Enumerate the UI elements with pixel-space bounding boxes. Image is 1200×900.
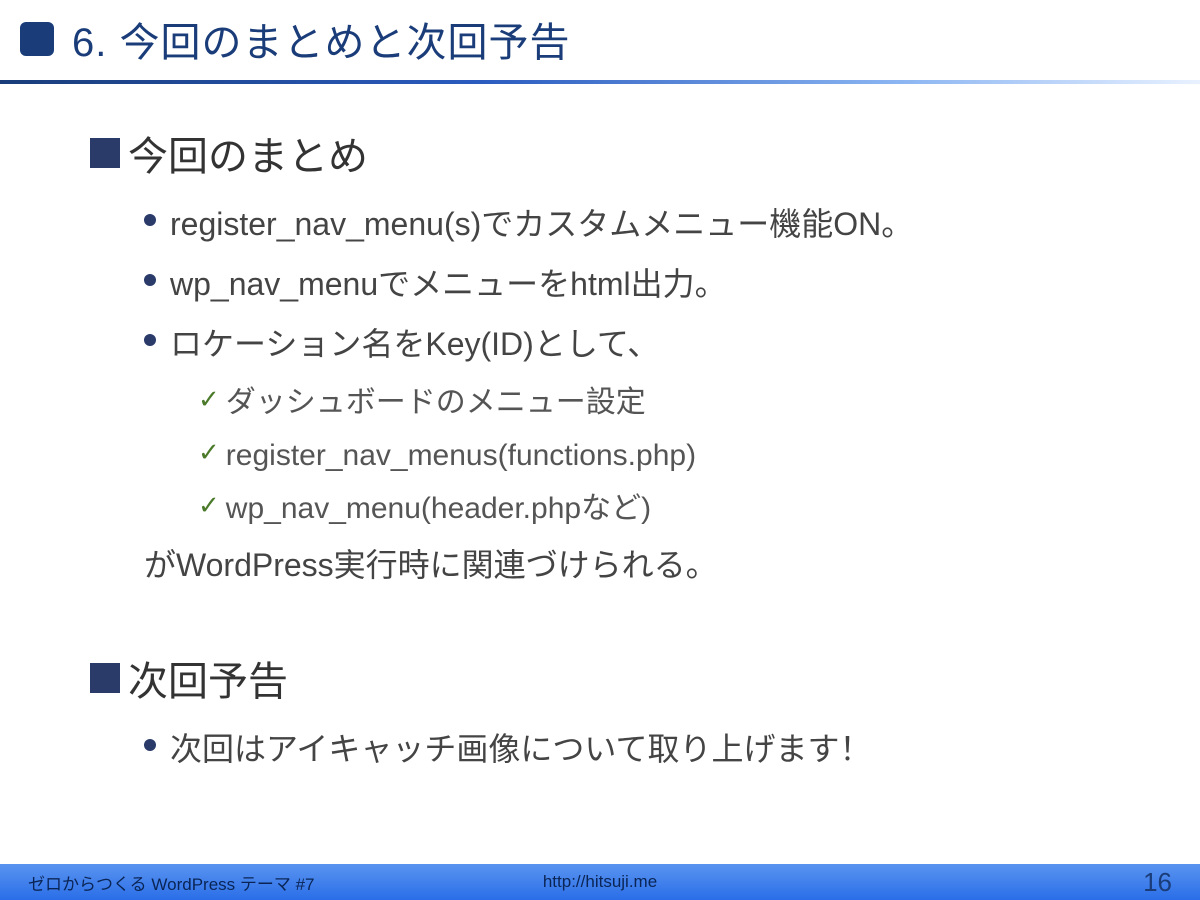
footer-url: http://hitsuji.me [543,872,657,892]
page-number: 16 [1143,867,1172,898]
dot-bullet-icon [144,334,156,346]
section-heading-summary: 今回のまとめ [90,124,1140,182]
bullet-text: ロケーション名をKey(ID)として、 [170,320,659,368]
list-item: 次回はアイキャッチ画像について取り上げます！ [144,725,1140,773]
check-text: ダッシュボードのメニュー設定 [226,380,646,425]
list-item: ✓ register_nav_menus(functions.php) [198,433,1140,478]
list-item: ✓ wp_nav_menu(header.phpなど) [198,486,1140,531]
dot-bullet-icon [144,274,156,286]
check-text: wp_nav_menu(header.phpなど) [226,486,651,531]
slide-footer: ゼロからつくる WordPress テーマ #7 http://hitsuji.… [0,864,1200,900]
tail-text: がWordPress実行時に関連づけられる。 [144,541,1140,589]
bullet-list: 次回はアイキャッチ画像について取り上げます！ [144,725,1140,773]
section-title: 今回のまとめ [128,124,368,182]
list-item: ロケーション名をKey(ID)として、 [144,320,1140,368]
check-icon: ✓ [198,490,220,521]
square-bullet-icon [90,138,120,168]
bullet-list: register_nav_menu(s)でカスタムメニュー機能ON。 wp_na… [144,200,1140,368]
list-item: wp_nav_menuでメニューをhtml出力。 [144,260,1140,308]
slide-header: 6. 今回のまとめと次回予告 [0,0,1200,68]
section-title: 次回予告 [128,649,288,707]
title-square-icon [20,22,54,56]
dot-bullet-icon [144,214,156,226]
check-text: register_nav_menus(functions.php) [226,433,696,478]
footer-series-title: ゼロからつくる WordPress テーマ #7 [28,870,315,895]
bullet-text: 次回はアイキャッチ画像について取り上げます！ [170,725,871,773]
bullet-text: register_nav_menu(s)でカスタムメニュー機能ON。 [170,200,913,248]
square-bullet-icon [90,663,120,693]
dot-bullet-icon [144,739,156,751]
check-icon: ✓ [198,384,220,415]
bullet-text: wp_nav_menuでメニューをhtml出力。 [170,260,727,308]
check-list: ✓ ダッシュボードのメニュー設定 ✓ register_nav_menus(fu… [198,380,1140,531]
page-title: 6. 今回のまとめと次回予告 [72,10,570,68]
check-icon: ✓ [198,437,220,468]
list-item: ✓ ダッシュボードのメニュー設定 [198,380,1140,425]
slide-content: 今回のまとめ register_nav_menu(s)でカスタムメニュー機能ON… [0,84,1200,773]
list-item: register_nav_menu(s)でカスタムメニュー機能ON。 [144,200,1140,248]
section-heading-next: 次回予告 [90,649,1140,707]
